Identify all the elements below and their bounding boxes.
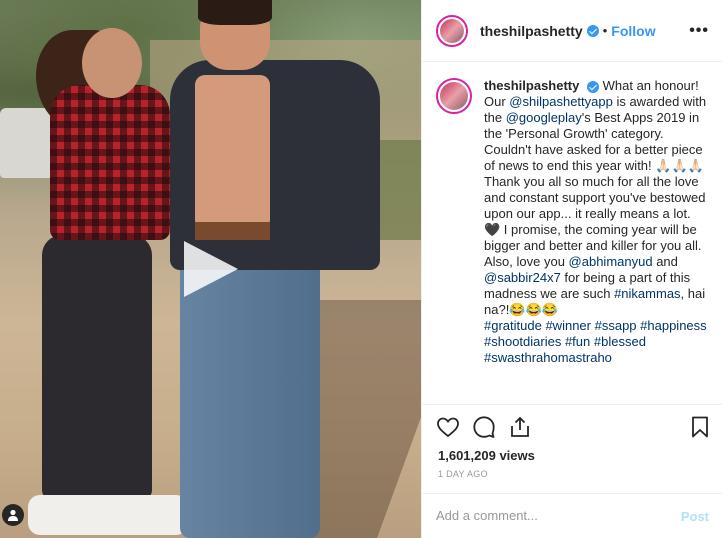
header-username[interactable]: theshilpashetty: [480, 23, 583, 39]
hashtag-link[interactable]: #ssapp: [595, 318, 637, 333]
hashtag-link[interactable]: #blessed: [594, 334, 646, 349]
comment-icon[interactable]: [472, 415, 496, 439]
person-left-head: [82, 28, 142, 98]
mention-link[interactable]: @sabbir24x7: [484, 270, 561, 285]
more-options-icon[interactable]: •••: [689, 22, 709, 40]
hashtag-link[interactable]: #swasthrahomastraho: [484, 350, 612, 365]
post-button[interactable]: Post: [681, 509, 709, 524]
bookmark-icon[interactable]: [688, 415, 712, 439]
verified-badge-icon: [586, 24, 599, 37]
post-sidebar: theshilpashetty • Follow ••• theshilpash…: [421, 0, 722, 538]
caption-username[interactable]: theshilpashetty: [484, 78, 579, 93]
caption-part: Also, love you: [484, 254, 569, 269]
caption-area: theshilpashetty What an honour! Our @shi…: [422, 62, 722, 404]
person-right-hair: [198, 0, 272, 25]
caption-text: theshilpashetty What an honour! Our @shi…: [484, 78, 708, 366]
verified-badge-icon: [586, 80, 599, 93]
hashtag-link[interactable]: #nikammas: [614, 286, 680, 301]
person-left-shirt: [50, 85, 170, 240]
caption-part: Thank you all so much for all the love a…: [484, 174, 706, 253]
hashtag-link[interactable]: #shootdiaries: [484, 334, 561, 349]
follow-button[interactable]: Follow: [611, 23, 655, 39]
view-count[interactable]: 1,601,209 views: [438, 448, 535, 463]
user-tag-icon[interactable]: [2, 504, 24, 526]
person-right-chest: [195, 75, 270, 230]
mention-link[interactable]: @googleplay: [506, 110, 582, 125]
person-left-shoes: [28, 495, 188, 535]
caption-part: and: [652, 254, 678, 269]
separator-dot: •: [602, 23, 608, 38]
post-header: theshilpashetty • Follow •••: [422, 0, 722, 62]
actions-section: 1,601,209 views 1 DAY AGO Post: [422, 404, 722, 538]
hashtag-link[interactable]: #gratitude: [484, 318, 542, 333]
hashtag-link[interactable]: #fun: [565, 334, 590, 349]
play-icon[interactable]: [178, 238, 240, 300]
hashtag-link[interactable]: #winner: [545, 318, 591, 333]
timestamp[interactable]: 1 DAY AGO: [438, 469, 488, 479]
comment-box: Post: [422, 493, 722, 538]
share-icon[interactable]: [508, 415, 532, 439]
person-left-legs: [42, 235, 152, 500]
comment-input[interactable]: [436, 508, 666, 523]
mention-link[interactable]: @shilpashettyapp: [509, 94, 613, 109]
mention-link[interactable]: @abhimanyud: [569, 254, 653, 269]
avatar[interactable]: [436, 14, 468, 47]
post-video[interactable]: [0, 0, 421, 538]
caption-avatar[interactable]: [436, 78, 472, 114]
heart-icon[interactable]: [436, 415, 460, 439]
hashtag-link[interactable]: #happiness: [640, 318, 707, 333]
